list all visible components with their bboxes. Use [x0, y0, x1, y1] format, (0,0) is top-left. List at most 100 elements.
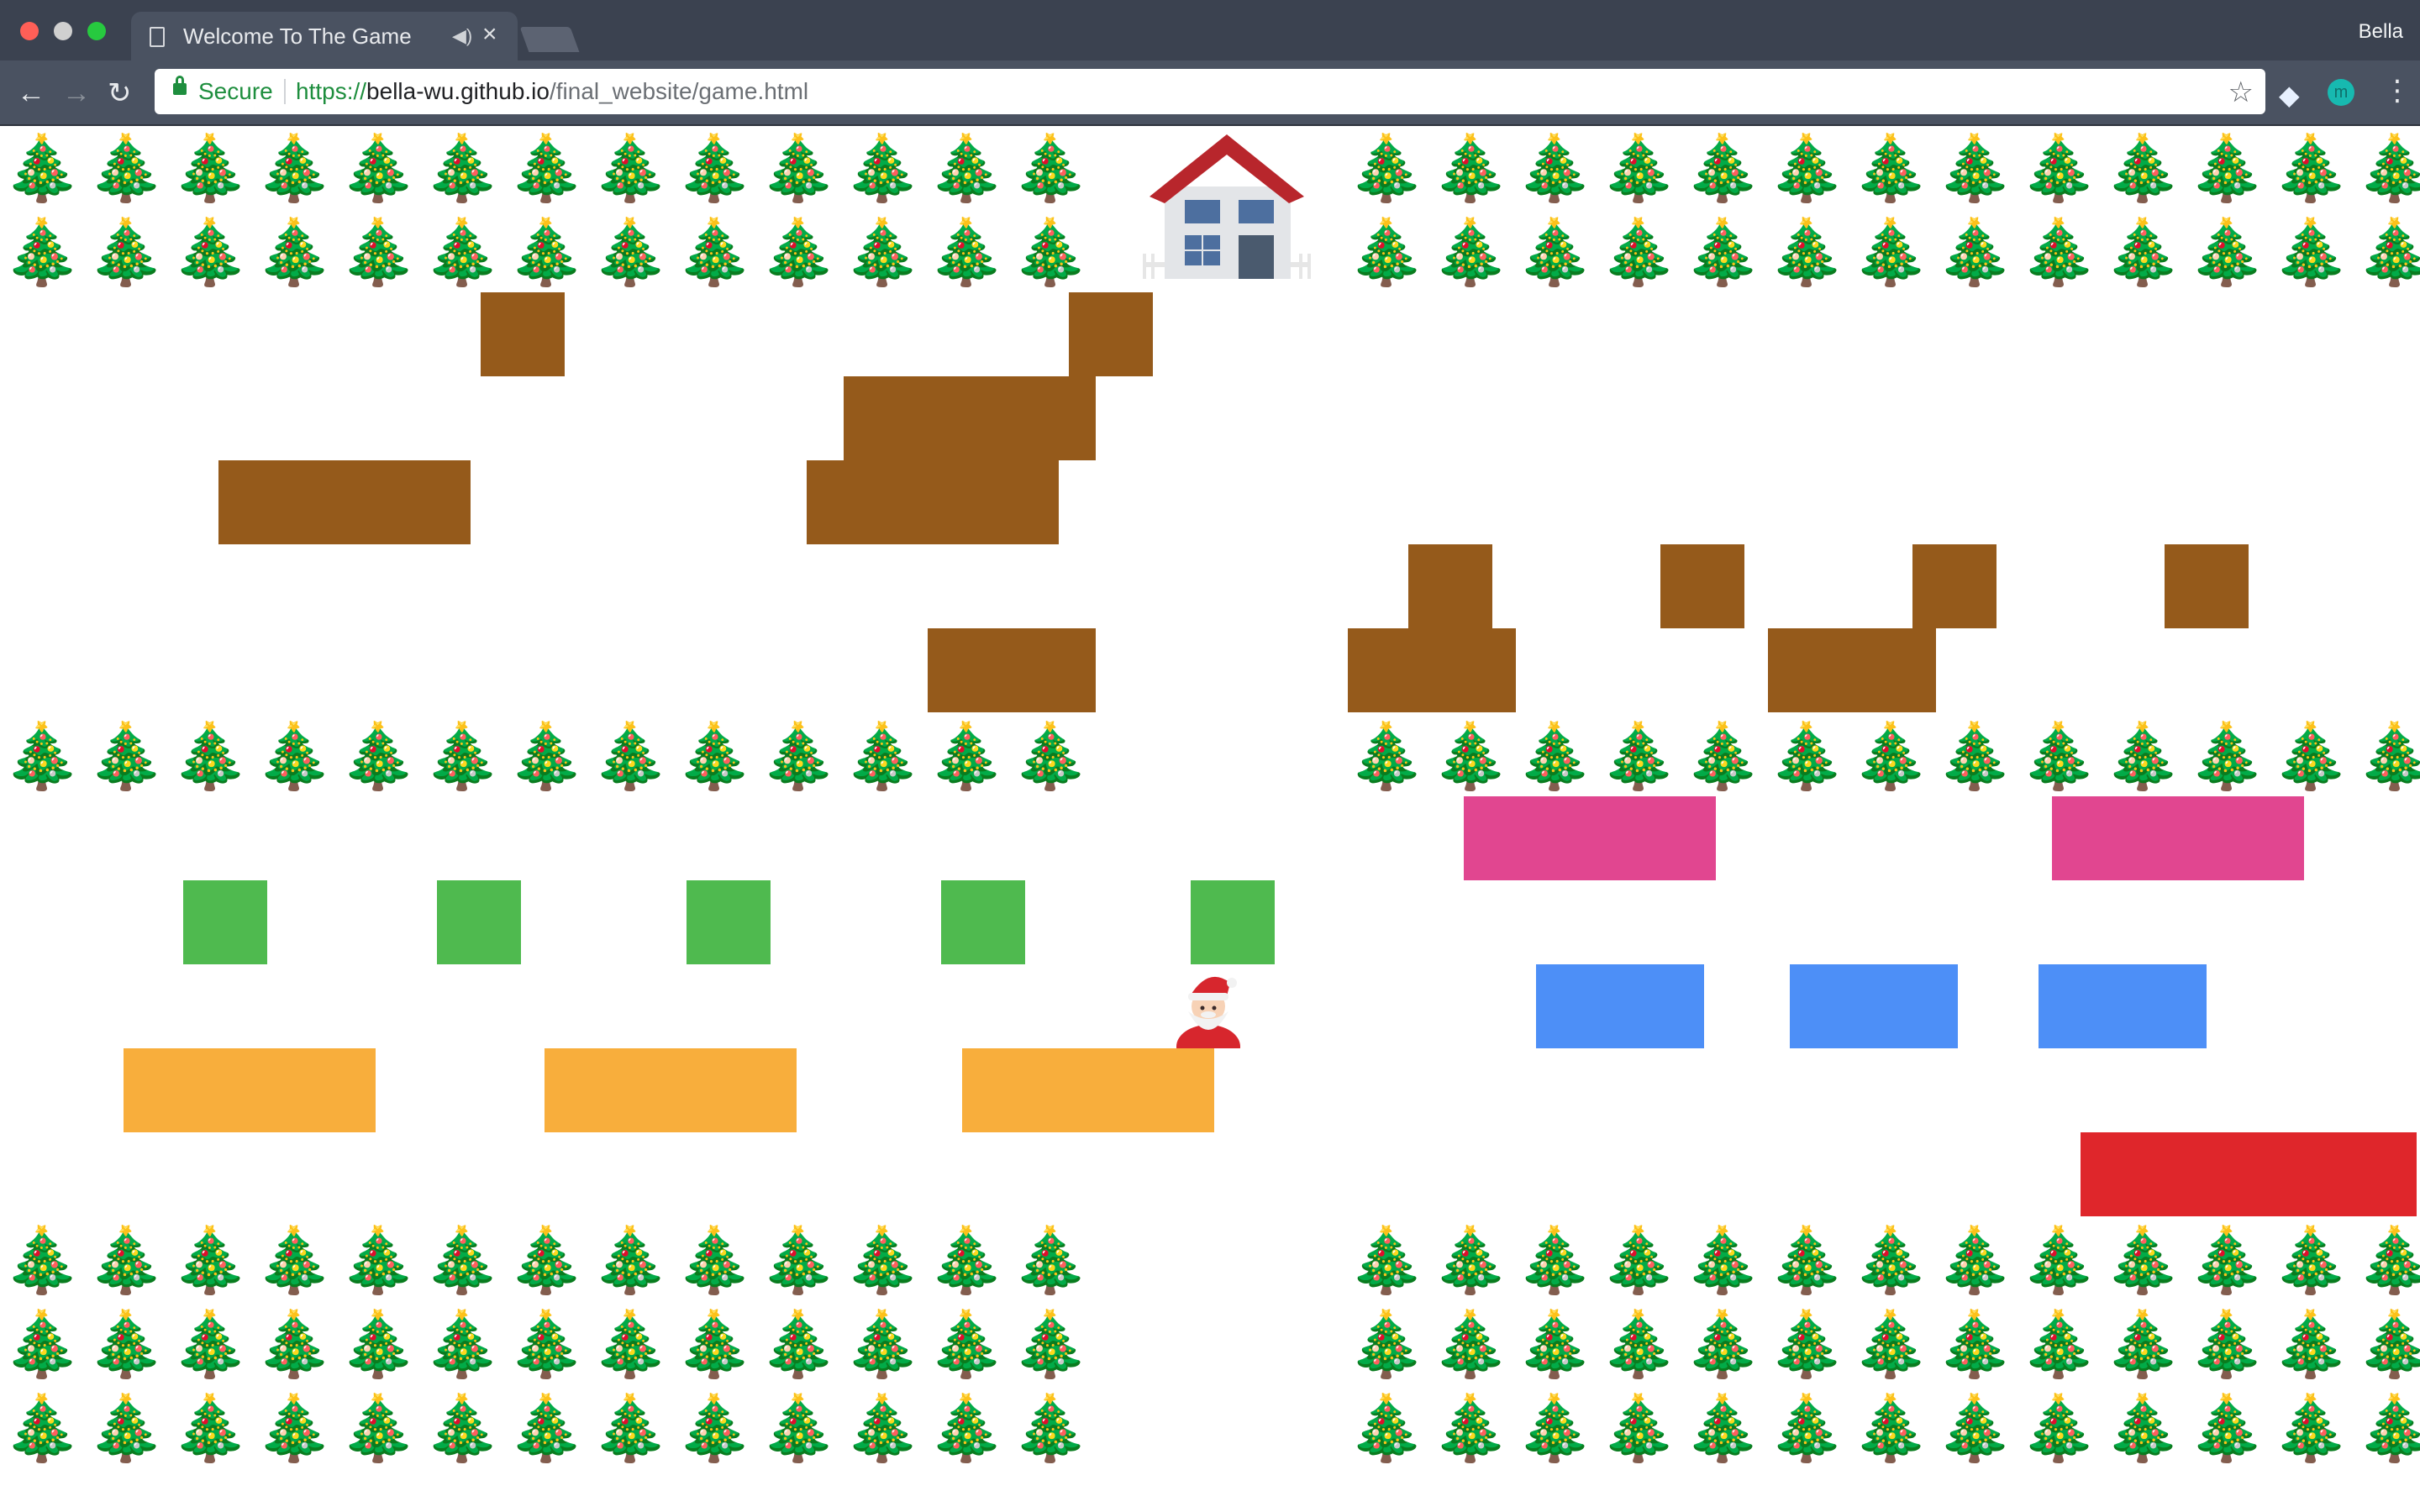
christmas-tree-icon: 🎄 [338, 1222, 418, 1297]
christmas-tree-icon: 🎄 [2018, 130, 2099, 205]
christmas-tree-icon: 🎄 [1766, 130, 1847, 205]
christmas-tree-icon: 🎄 [1850, 718, 1931, 793]
christmas-tree-icon: 🎄 [422, 130, 502, 205]
pink-block [1464, 796, 1716, 880]
christmas-tree-icon: 🎄 [1766, 214, 1847, 289]
christmas-tree-icon: 🎄 [1598, 1306, 1679, 1381]
christmas-tree-icon: 🎄 [758, 1390, 839, 1465]
christmas-tree-icon: 🎄 [2018, 214, 2099, 289]
christmas-tree-icon: 🎄 [590, 130, 671, 205]
christmas-tree-icon: 🎄 [338, 1306, 418, 1381]
christmas-tree-icon: 🎄 [590, 1222, 671, 1297]
christmas-tree-icon: 🎄 [1010, 214, 1091, 289]
diamond-extension-icon[interactable]: ◆ [2279, 79, 2300, 111]
url-path: /final_website/game.html [549, 78, 809, 104]
christmas-tree-icon: 🎄 [926, 1306, 1007, 1381]
profile-name[interactable]: Bella [2359, 20, 2403, 44]
browser-menu-icon[interactable]: ⋮ [2383, 74, 2412, 108]
christmas-tree-icon: 🎄 [1766, 1306, 1847, 1381]
green-block [1191, 880, 1275, 964]
christmas-tree-icon: 🎄 [1010, 1222, 1091, 1297]
close-window-button[interactable] [20, 22, 39, 40]
christmas-tree-icon: 🎄 [1010, 718, 1091, 793]
christmas-tree-icon: 🎄 [2102, 1306, 2183, 1381]
christmas-tree-icon: 🎄 [422, 718, 502, 793]
christmas-tree-icon: 🎄 [590, 718, 671, 793]
christmas-tree-icon: 🎄 [2, 1222, 82, 1297]
christmas-tree-icon: 🎄 [2, 214, 82, 289]
new-tab-button[interactable] [519, 27, 580, 52]
christmas-tree-icon: 🎄 [506, 1222, 587, 1297]
christmas-tree-icon: 🎄 [338, 214, 418, 289]
christmas-tree-icon: 🎄 [1934, 130, 2015, 205]
christmas-tree-icon: 🎄 [506, 1390, 587, 1465]
christmas-tree-icon: 🎄 [1430, 1390, 1511, 1465]
red-block [2081, 1132, 2417, 1216]
christmas-tree-icon: 🎄 [170, 1390, 250, 1465]
christmas-tree-icon: 🎄 [590, 1306, 671, 1381]
brown-block [928, 628, 1096, 712]
green-block [941, 880, 1025, 964]
christmas-tree-icon: 🎄 [758, 1306, 839, 1381]
christmas-tree-icon: 🎄 [422, 1306, 502, 1381]
christmas-tree-icon: 🎄 [758, 214, 839, 289]
close-tab-button[interactable]: × [482, 20, 497, 49]
christmas-tree-icon: 🎄 [926, 1390, 1007, 1465]
brown-block [1069, 292, 1153, 376]
christmas-tree-icon: 🎄 [2018, 1222, 2099, 1297]
christmas-tree-icon: 🎄 [2, 718, 82, 793]
christmas-tree-icon: 🎄 [1598, 214, 1679, 289]
minimize-window-button[interactable] [54, 22, 72, 40]
christmas-tree-icon: 🎄 [1766, 1222, 1847, 1297]
address-bar[interactable]: Secure https://bella-wu.github.io/final_… [155, 69, 2265, 114]
santa-icon [1176, 976, 1240, 1048]
christmas-tree-icon: 🎄 [1682, 1390, 1763, 1465]
brown-block [1768, 628, 1936, 712]
reload-button[interactable]: ↻ [108, 77, 132, 109]
christmas-tree-icon: 🎄 [758, 130, 839, 205]
christmas-tree-icon: 🎄 [170, 130, 250, 205]
christmas-tree-icon: 🎄 [1682, 130, 1763, 205]
christmas-tree-icon: 🎄 [1430, 130, 1511, 205]
extension-badge-icon[interactable]: m [2328, 79, 2354, 106]
christmas-tree-icon: 🎄 [506, 214, 587, 289]
christmas-tree-icon: 🎄 [1598, 130, 1679, 205]
forward-button[interactable]: → [62, 77, 91, 109]
christmas-tree-icon: 🎄 [926, 130, 1007, 205]
bookmark-star-icon[interactable]: ☆ [2228, 76, 2254, 109]
tab-title: Welcome To The Game [183, 24, 412, 49]
christmas-tree-icon: 🎄 [254, 130, 334, 205]
christmas-tree-icon: 🎄 [1514, 214, 1595, 289]
secure-label: Secure [198, 78, 273, 104]
christmas-tree-icon: 🎄 [1934, 214, 2015, 289]
christmas-tree-icon: 🎄 [170, 1306, 250, 1381]
christmas-tree-icon: 🎄 [2186, 214, 2267, 289]
christmas-tree-icon: 🎄 [1010, 130, 1091, 205]
christmas-tree-icon: 🎄 [1346, 214, 1427, 289]
christmas-tree-icon: 🎄 [2186, 1390, 2267, 1465]
brown-block [1408, 544, 1492, 628]
christmas-tree-icon: 🎄 [1598, 718, 1679, 793]
christmas-tree-icon: 🎄 [2102, 1222, 2183, 1297]
speaker-icon[interactable]: ◀) [452, 25, 472, 47]
christmas-tree-icon: 🎄 [1010, 1306, 1091, 1381]
christmas-tree-icon: 🎄 [674, 214, 755, 289]
christmas-tree-icon: 🎄 [422, 1390, 502, 1465]
browser-tab[interactable]: Welcome To The Game ◀) × [131, 12, 518, 62]
christmas-tree-icon: 🎄 [842, 130, 923, 205]
url-text[interactable]: https://bella-wu.github.io/final_website… [296, 78, 808, 105]
christmas-tree-icon: 🎄 [2354, 130, 2420, 205]
christmas-tree-icon: 🎄 [1514, 1222, 1595, 1297]
christmas-tree-icon: 🎄 [2186, 718, 2267, 793]
green-block [687, 880, 771, 964]
back-button[interactable]: ← [17, 77, 45, 109]
maximize-window-button[interactable] [87, 22, 106, 40]
christmas-tree-icon: 🎄 [674, 1306, 755, 1381]
christmas-tree-icon: 🎄 [2270, 130, 2351, 205]
christmas-tree-icon: 🎄 [1682, 214, 1763, 289]
christmas-tree-icon: 🎄 [2102, 718, 2183, 793]
christmas-tree-icon: 🎄 [2354, 1390, 2420, 1465]
christmas-tree-icon: 🎄 [2102, 1390, 2183, 1465]
christmas-tree-icon: 🎄 [338, 718, 418, 793]
christmas-tree-icon: 🎄 [254, 718, 334, 793]
